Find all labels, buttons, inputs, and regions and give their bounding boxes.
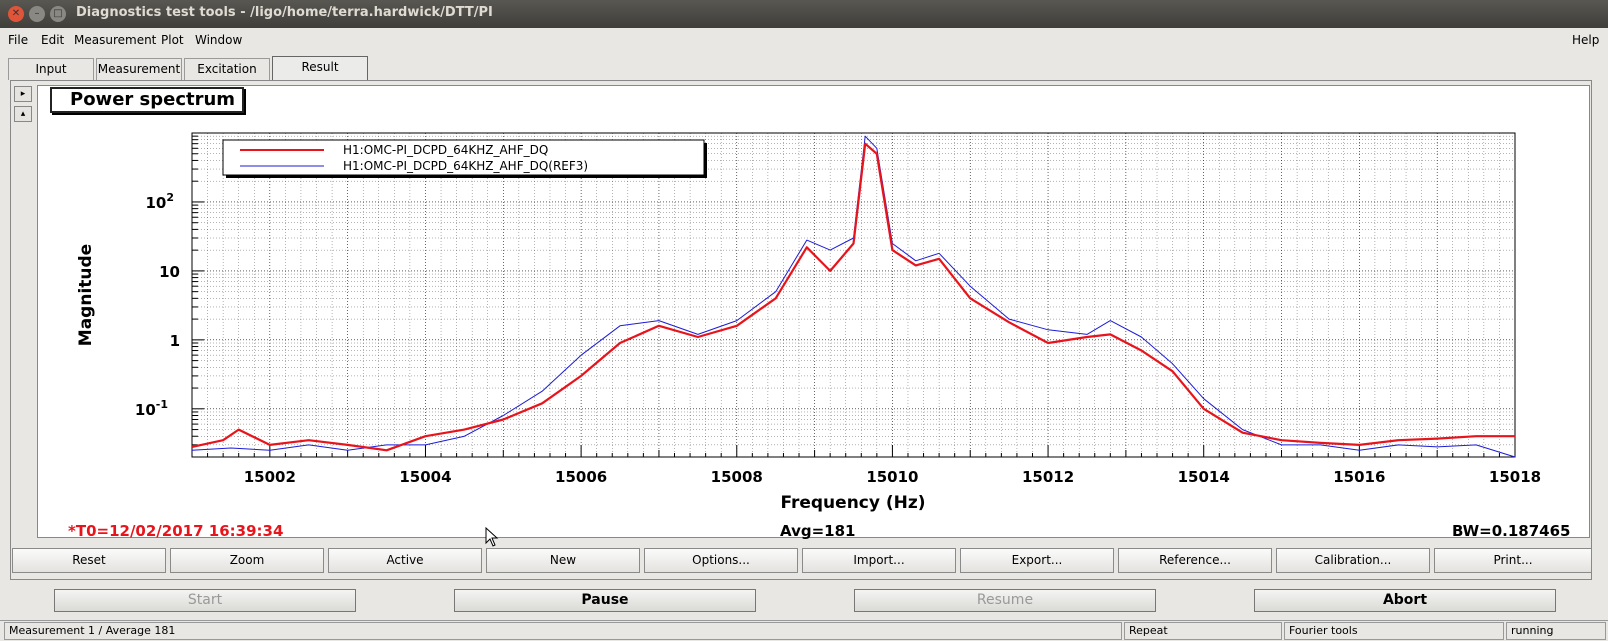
average-label: Avg=181 bbox=[780, 522, 856, 540]
active-button[interactable]: Active bbox=[328, 548, 482, 573]
print-button[interactable]: Print... bbox=[1434, 548, 1592, 573]
x-axis-label: Frequency (Hz) bbox=[780, 493, 925, 513]
x-tick-label: 15004 bbox=[399, 468, 451, 486]
t0-label: *T0=12/02/2017 16:39:34 bbox=[68, 522, 284, 540]
y-tick-label: 102 bbox=[145, 191, 174, 212]
y-tick-label: 1 bbox=[170, 332, 180, 350]
export-button[interactable]: Export... bbox=[960, 548, 1114, 573]
x-tick-label: 15008 bbox=[711, 468, 763, 486]
mouse-cursor-icon bbox=[485, 527, 499, 547]
zoom-button[interactable]: Zoom bbox=[170, 548, 324, 573]
x-tick-label: 15016 bbox=[1333, 468, 1385, 486]
x-tick-label: 15018 bbox=[1489, 468, 1541, 486]
y-tick-label: 10-1 bbox=[135, 398, 168, 419]
status-message: Measurement 1 / Average 181 bbox=[4, 622, 1122, 640]
bandwidth-label: BW=0.187465 bbox=[1452, 522, 1571, 540]
x-tick-label: 15010 bbox=[866, 468, 918, 486]
start-button[interactable]: Start bbox=[54, 589, 356, 612]
status-repeat: Repeat bbox=[1124, 622, 1282, 640]
new-button[interactable]: New bbox=[486, 548, 640, 573]
import-button[interactable]: Import... bbox=[802, 548, 956, 573]
y-tick-labels: 10-1 1 10 102 bbox=[135, 191, 180, 419]
calibration-button[interactable]: Calibration... bbox=[1276, 548, 1430, 573]
reset-button[interactable]: Reset bbox=[12, 548, 166, 573]
legend-label-series-2: H1:OMC-PI_DCPD_64KHZ_AHF_DQ(REF3) bbox=[343, 159, 588, 173]
options-button[interactable]: Options... bbox=[644, 548, 798, 573]
legend: H1:OMC-PI_DCPD_64KHZ_AHF_DQ H1:OMC-PI_DC… bbox=[222, 139, 707, 178]
status-state: running bbox=[1506, 622, 1606, 640]
x-tick-label: 15006 bbox=[555, 468, 607, 486]
plot-frame bbox=[191, 132, 1516, 458]
status-tools: Fourier tools bbox=[1284, 622, 1504, 640]
legend-label-series-1: H1:OMC-PI_DCPD_64KHZ_AHF_DQ bbox=[343, 143, 548, 157]
x-tick-label: 15012 bbox=[1022, 468, 1074, 486]
plot-title: Power spectrum bbox=[50, 87, 244, 113]
x-tick-labels: 15002 15004 15006 15008 15010 15012 15014 15016… bbox=[244, 468, 1541, 486]
reference-button[interactable]: Reference... bbox=[1118, 548, 1272, 573]
pause-button[interactable]: Pause bbox=[454, 589, 756, 612]
y-axis-label: Magnitude bbox=[76, 244, 96, 346]
x-tick-label: 15002 bbox=[244, 468, 296, 486]
abort-button[interactable]: Abort bbox=[1254, 589, 1556, 612]
x-tick-label: 15014 bbox=[1178, 468, 1230, 486]
resume-button[interactable]: Resume bbox=[854, 589, 1156, 612]
y-tick-label: 10 bbox=[159, 263, 180, 281]
